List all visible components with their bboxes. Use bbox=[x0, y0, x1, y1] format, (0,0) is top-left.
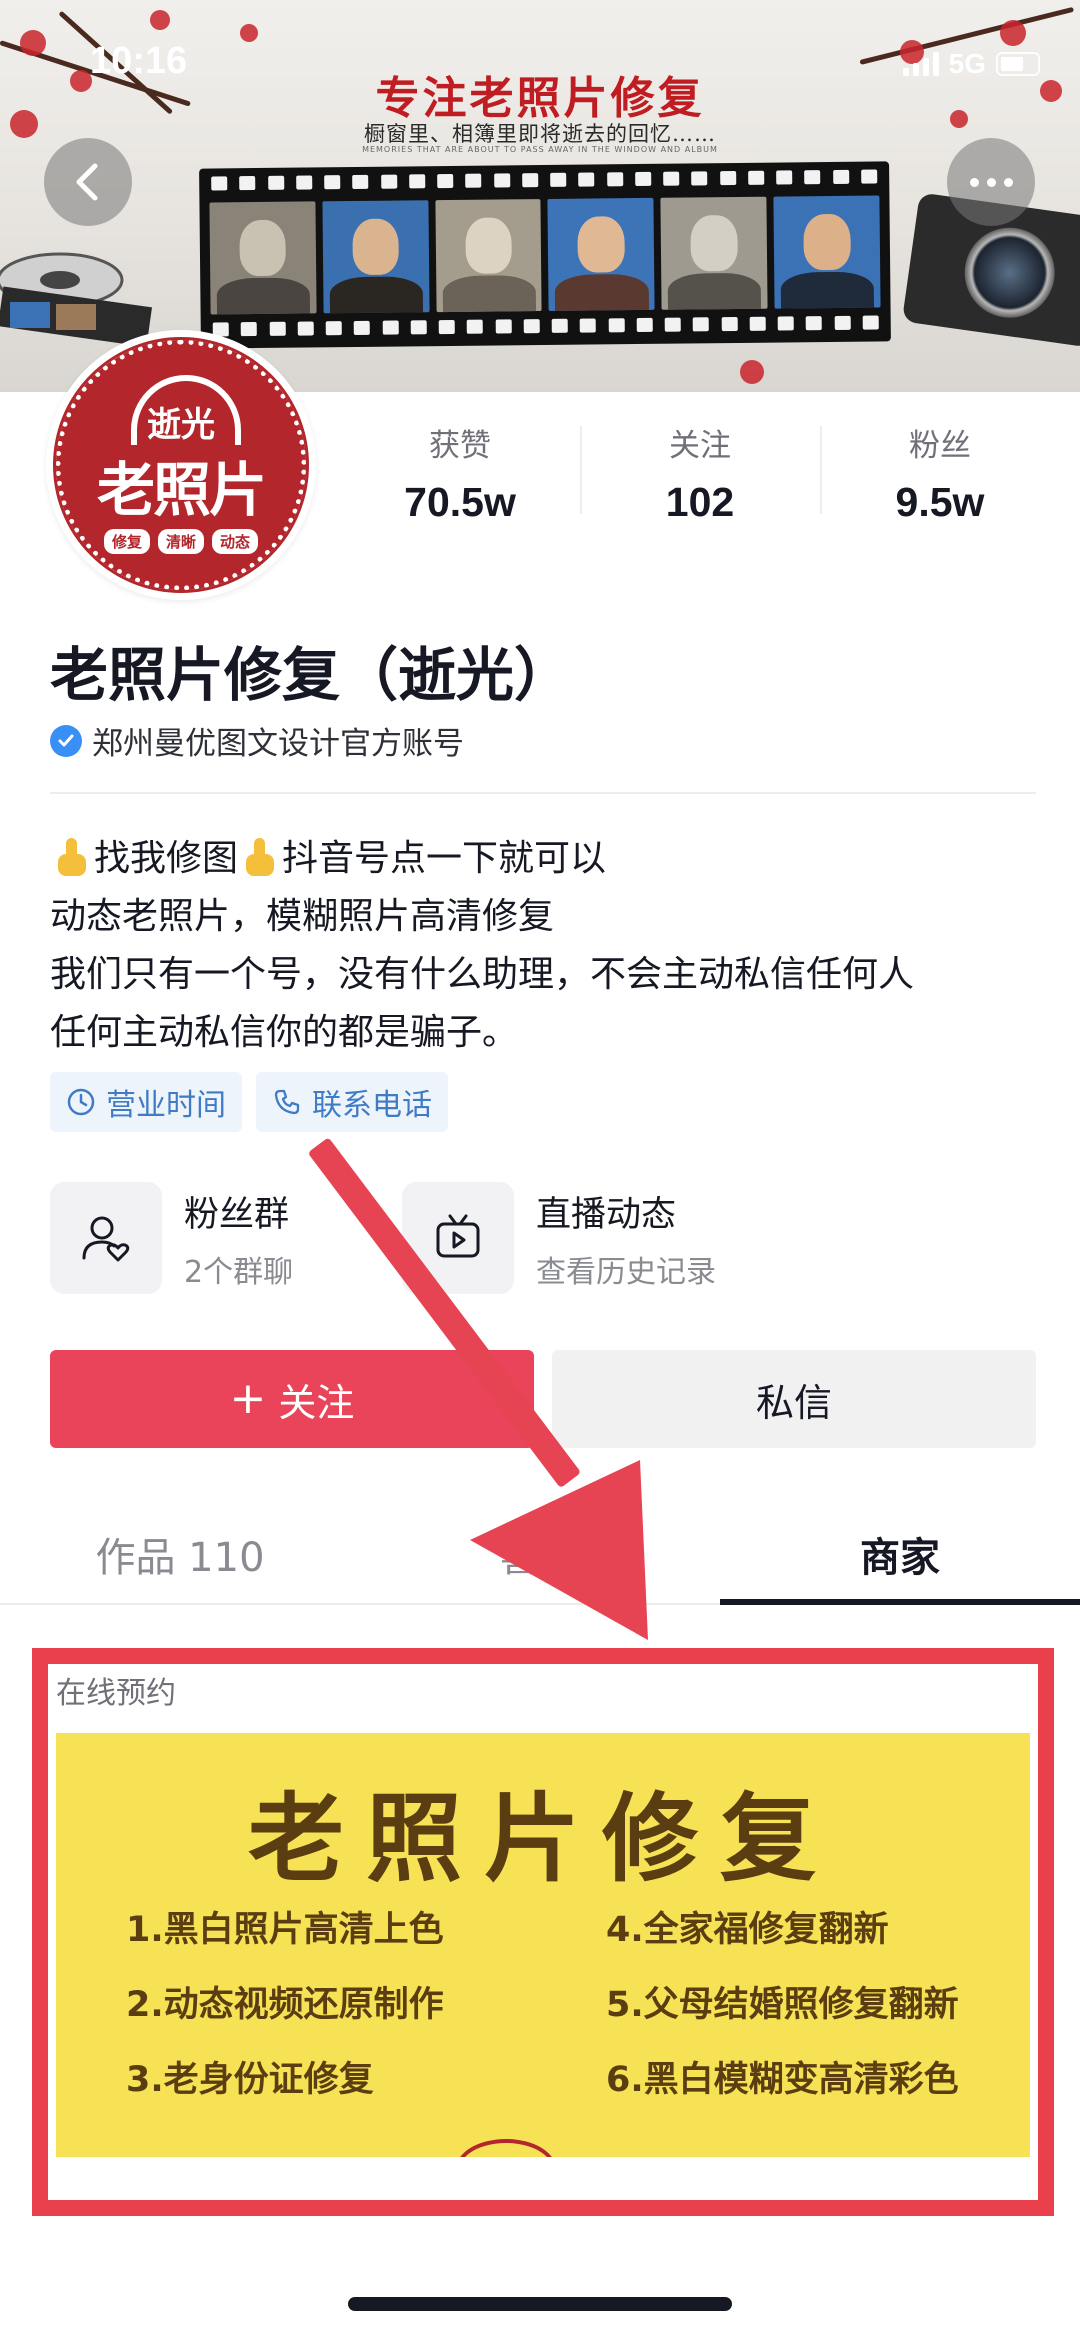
avatar-tag: 动态 bbox=[212, 529, 259, 554]
film-reel-icon bbox=[0, 252, 153, 347]
highlight-box bbox=[32, 1648, 1054, 2216]
avatar[interactable]: 逝光 老照片 修复 清晰 动态 bbox=[46, 330, 316, 600]
follow-button[interactable]: + 关注 bbox=[50, 1350, 534, 1448]
stat-likes[interactable]: 获赞 70.5w bbox=[340, 420, 580, 526]
back-button[interactable] bbox=[44, 138, 132, 226]
group-icon bbox=[82, 1216, 130, 1262]
phone-icon bbox=[274, 1089, 300, 1115]
avatar-tag: 清晰 bbox=[157, 529, 204, 554]
message-button[interactable]: 私信 bbox=[552, 1350, 1036, 1448]
profile-tabs: 作品 110 喜欢 商家 bbox=[0, 1505, 1080, 1605]
tab-merchant[interactable]: 商家 bbox=[720, 1505, 1080, 1605]
verified-badge[interactable]: 郑州曼优图文设计官方账号 bbox=[50, 718, 464, 763]
business-hours-tag[interactable]: 营业时间 bbox=[50, 1072, 242, 1132]
entry-subtitle: 查看历史记录 bbox=[536, 1254, 716, 1290]
stat-value: 9.5w bbox=[895, 479, 985, 525]
clock-icon bbox=[67, 1088, 95, 1116]
banner-subtitle: 橱窗里、相簿里即将逝去的回忆…… bbox=[364, 122, 716, 146]
bio-text: 动态老照片，模糊照片高清修复 bbox=[50, 896, 555, 937]
tab-works[interactable]: 作品 110 bbox=[0, 1505, 360, 1603]
network-type: 5G bbox=[948, 48, 986, 79]
entry-title: 直播动态 bbox=[536, 1194, 677, 1235]
stat-following[interactable]: 关注 102 bbox=[580, 420, 820, 526]
entry-subtitle: 2个群聊 bbox=[184, 1254, 294, 1290]
tag-label: 营业时间 bbox=[106, 1088, 226, 1123]
pointing-hand-icon bbox=[54, 838, 90, 876]
more-icon bbox=[969, 177, 1013, 187]
entry-title: 粉丝群 bbox=[184, 1194, 290, 1235]
tv-icon bbox=[436, 1214, 480, 1258]
stat-value: 102 bbox=[665, 479, 735, 525]
contact-phone-tag[interactable]: 联系电话 bbox=[256, 1072, 448, 1132]
verified-icon bbox=[50, 724, 82, 757]
stat-label: 获赞 bbox=[429, 428, 491, 464]
message-label: 私信 bbox=[755, 1380, 832, 1425]
more-button[interactable] bbox=[947, 138, 1035, 226]
avatar-tag: 修复 bbox=[103, 529, 150, 554]
profile-name: 老照片修复（逝光） bbox=[50, 641, 573, 709]
status-time: 10:16 bbox=[90, 40, 188, 82]
bio-text: 抖音号点一下就可以 bbox=[282, 838, 607, 879]
chevron-left-icon bbox=[76, 163, 98, 201]
follow-label: 关注 bbox=[278, 1380, 355, 1425]
signal-icon bbox=[902, 52, 939, 76]
stat-value: 70.5w bbox=[404, 479, 516, 525]
divider bbox=[50, 792, 1036, 794]
banner-caption: MEMORIES THAT ARE ABOUT TO PASS AWAY IN … bbox=[362, 145, 718, 154]
plus-icon: + bbox=[229, 1373, 267, 1424]
profile-bio: 找我修图 抖音号点一下就可以 动态老照片，模糊照片高清修复 我们只有一个号，没有什… bbox=[50, 830, 1040, 1062]
profile-stats: 获赞 70.5w 关注 102 粉丝 9.5w bbox=[340, 420, 1060, 526]
avatar-main-text: 老照片 bbox=[96, 456, 267, 524]
verified-text: 郑州曼优图文设计官方账号 bbox=[92, 726, 464, 762]
bio-text: 我们只有一个号，没有什么助理，不会主动私信任何人 bbox=[50, 954, 915, 995]
stat-label: 关注 bbox=[669, 428, 731, 464]
bio-text: 找我修图 bbox=[94, 838, 239, 879]
stat-label: 粉丝 bbox=[909, 428, 971, 464]
pointing-hand-icon bbox=[242, 838, 278, 876]
tag-label: 联系电话 bbox=[312, 1088, 432, 1123]
tab-likes[interactable]: 喜欢 bbox=[360, 1505, 720, 1603]
home-indicator bbox=[348, 2297, 732, 2311]
film-strip-image bbox=[199, 161, 891, 349]
avatar-top-text: 逝光 bbox=[147, 405, 215, 445]
status-indicators: 5G bbox=[902, 48, 1040, 80]
bio-text: 任何主动私信你的都是骗子。 bbox=[50, 1012, 519, 1053]
live-history-entry[interactable]: 直播动态 查看历史记录 bbox=[402, 1182, 754, 1294]
battery-icon bbox=[996, 52, 1040, 76]
info-tags: 营业时间 联系电话 bbox=[50, 1072, 448, 1132]
stat-followers[interactable]: 粉丝 9.5w bbox=[820, 420, 1060, 526]
